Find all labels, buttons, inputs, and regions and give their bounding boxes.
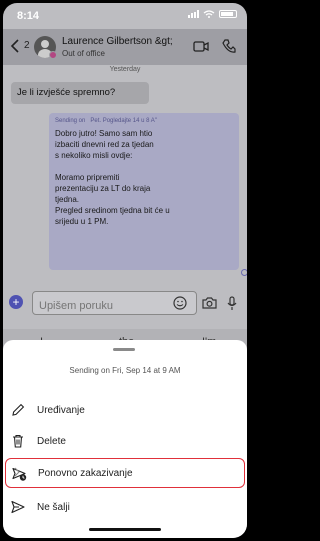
edit-menu-item[interactable]: Uređivanje [3,395,247,425]
contact-status: Out of office [62,49,105,58]
message-line: Moramo pripremiti [55,173,120,182]
message-body: Dobro jutro! Samo sam htio izbaciti dnev… [55,128,233,227]
camera-icon[interactable] [202,297,217,309]
status-icons [188,10,237,18]
microphone-icon[interactable] [227,296,237,311]
message-line: srijedu u 1 PM. [55,217,109,226]
edit-label: Uređivanje [37,405,85,416]
trash-icon [13,434,23,448]
phone-frame: 8:14 2 Laurence Gilbertson &gt; Out of o… [0,0,250,541]
scheduled-message[interactable]: Sending on Pet. Pogledajte 14 u 8 A" Dobr… [49,113,239,270]
action-sheet: Sending on Fri, Sep 14 at 9 AM Uređivanj… [3,340,247,538]
dont-send-menu-item[interactable]: Ne šalji [3,492,247,522]
reschedule-menu-item[interactable]: Ponovno zakazivanje [5,458,245,488]
dont-send-label: Ne šalji [37,502,70,513]
reschedule-label: Ponovno zakazivanje [38,468,133,479]
home-indicator[interactable] [89,528,161,531]
status-time: 8:14 [17,10,40,22]
compose-bar: + [3,291,247,329]
contact-name[interactable]: Laurence Gilbertson &gt; [62,36,173,47]
delete-menu-item[interactable]: Delete [3,426,247,456]
battery-icon [219,10,237,18]
message-line: izbaciti dnevni red za tjedan [55,140,154,149]
signal-icon [188,10,199,18]
sending-on-label: Sending on [55,118,86,124]
wifi-icon [203,10,215,18]
message-line: prezentaciju za LT do kraja [55,184,151,193]
screen: 8:14 2 Laurence Gilbertson &gt; Out of o… [3,3,247,538]
message-line: tjedna. [55,195,80,204]
sheet-title: Sending on Fri, Sep 14 at 9 AM [69,366,181,375]
add-button[interactable]: + [9,295,23,309]
back-chevron-icon[interactable] [10,39,20,53]
sheet-handle[interactable] [113,348,135,351]
scheduled-time: Pet. Pogledajte 14 u 8 A" [90,118,157,124]
message-line: Pregled sredinom tjedna bit će u [55,206,170,215]
chevron-right-icon [14,467,20,477]
emoji-icon[interactable] [173,296,187,310]
phone-call-icon[interactable] [222,39,236,54]
message-line: s nekoliko misli ovdje: [55,151,133,160]
send-icon [11,500,25,514]
status-bar: 8:14 [3,3,247,29]
day-label: Yesterday [109,66,141,73]
scheduled-meta: Sending on Pet. Pogledajte 14 u 8 A" [55,118,233,124]
message-line [55,161,233,172]
delete-label: Delete [37,436,66,447]
back-count-badge[interactable]: 2 [24,40,30,51]
message-line: Dobro jutro! Samo sam htio [55,129,153,138]
scheduled-clock-icon [241,269,247,276]
video-call-icon[interactable] [193,41,209,52]
presence-away-icon [49,51,57,59]
edit-icon [12,403,25,416]
chat-area: Yesterday Je li izvješće spremno? Sendin… [3,65,247,291]
chat-header: 2 Laurence Gilbertson &gt; Out of office [3,29,247,65]
incoming-message[interactable]: Je li izvješće spremno? [11,82,149,104]
